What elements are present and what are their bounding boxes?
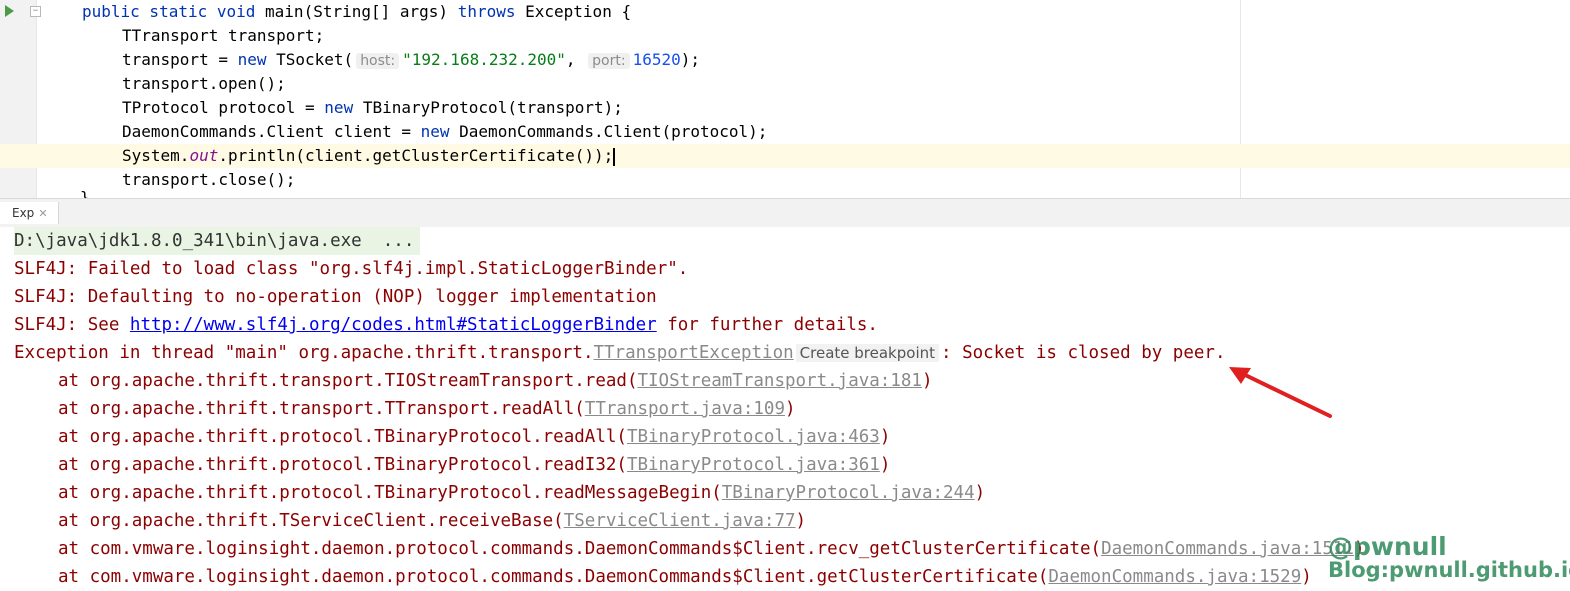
code-token: Exception { — [525, 2, 632, 21]
fold-icon[interactable]: − — [30, 6, 41, 17]
text-caret — [613, 147, 616, 166]
stack-frame-method: at org.apache.thrift.protocol.TBinaryPro… — [58, 455, 627, 475]
code-line-7-current[interactable]: System.out.println(client.getClusterCert… — [0, 144, 1570, 168]
code-line-8[interactable]: transport.close(); — [0, 168, 1570, 192]
code-editor[interactable]: public static void main(String[] args) t… — [0, 0, 1570, 198]
code-token: transport.open(); — [122, 74, 286, 93]
stack-frame-method: at com.vmware.loginsight.daemon.protocol… — [58, 567, 1049, 587]
stack-frame-end: ) — [974, 483, 986, 503]
console-command-line[interactable]: D:\java\jdk1.8.0_341\bin\java.exe ... — [14, 227, 421, 255]
source-link[interactable]: TIOStreamTransport.java:181 — [637, 371, 921, 391]
stack-frame-end: ) — [879, 455, 891, 475]
code-line-6[interactable]: DaemonCommands.Client client = new Daemo… — [0, 120, 1570, 144]
source-link[interactable]: TBinaryProtocol.java:463 — [627, 427, 880, 447]
run-tool-window-header: Exp ✕ — [0, 198, 1570, 228]
close-icon[interactable]: ✕ — [38, 207, 47, 220]
stack-frame-method: at com.vmware.loginsight.daemon.protocol… — [58, 539, 1102, 559]
source-link[interactable]: DaemonCommands.java:1529 — [1048, 567, 1301, 587]
code-token: new — [420, 122, 460, 141]
stack-frame-end: ) — [1301, 567, 1312, 587]
code-line-2[interactable]: TTransport transport; — [0, 24, 1570, 48]
code-token: "192.168.232.200" — [402, 50, 566, 69]
stack-frame-method: at org.apache.thrift.transport.TIOStream… — [58, 371, 638, 391]
run-icon[interactable] — [5, 5, 14, 17]
code-text: TTransport transport; — [122, 24, 324, 48]
stack-frame-end: ) — [879, 427, 891, 447]
console-line-exception: Exception in thread "main" org.apache.th… — [14, 339, 1226, 367]
code-token: TBinaryProtocol(transport); — [362, 98, 623, 117]
code-token: DaemonCommands.Client client = — [122, 122, 421, 141]
stack-frame-method: at org.apache.thrift.TServiceClient.rece… — [58, 511, 564, 531]
parameter-hint: host: — [356, 53, 400, 69]
code-text: transport = new TSocket(host: "192.168.23… — [122, 48, 700, 73]
stack-frame: at com.vmware.loginsight.daemon.protocol… — [58, 563, 1312, 591]
code-token: ); — [680, 50, 701, 69]
code-line-3[interactable]: transport = new TSocket(host: "192.168.23… — [0, 48, 1570, 72]
source-link[interactable]: TBinaryProtocol.java:244 — [722, 483, 975, 503]
source-link[interactable]: TServiceClient.java:77 — [564, 511, 796, 531]
source-link[interactable]: TBinaryProtocol.java:361 — [627, 455, 880, 475]
text: Exception in thread "main" org.apache.th… — [14, 343, 594, 363]
watermark-handle: @pwnull — [1328, 532, 1447, 561]
code-token: new — [237, 50, 277, 69]
code-token: main(String[] args) — [265, 2, 458, 21]
code-token: throws — [457, 2, 526, 21]
text: SLF4J: See — [14, 315, 130, 335]
stack-frame-end: ) — [795, 511, 807, 531]
text: for further details. — [656, 315, 878, 335]
stack-frame: at org.apache.thrift.protocol.TBinaryPro… — [58, 479, 985, 507]
stack-frame: at org.apache.thrift.transport.TTranspor… — [58, 395, 796, 423]
code-line-1[interactable]: public static void main(String[] args) t… — [0, 0, 1570, 24]
parameter-hint: port: — [588, 53, 630, 69]
code-token: .println(client.getClusterCertificate())… — [218, 146, 614, 165]
code-text: TProtocol protocol = new TBinaryProtocol… — [122, 96, 623, 120]
console-line-slf4j-1: SLF4J: Failed to load class "org.slf4j.i… — [14, 259, 689, 279]
stack-frame: at org.apache.thrift.protocol.TBinaryPro… — [58, 423, 890, 451]
stack-frame-method: at org.apache.thrift.protocol.TBinaryPro… — [58, 427, 627, 447]
exception-class-link[interactable]: TTransportException — [593, 343, 793, 363]
stack-frame-end: ) — [784, 399, 796, 419]
code-text: public static void main(String[] args) t… — [82, 0, 631, 24]
tab-label: Exp — [12, 206, 35, 220]
stack-frame: at org.apache.thrift.protocol.TBinaryPro… — [58, 451, 890, 479]
code-text: transport.open(); — [122, 72, 286, 96]
console-line-slf4j-2: SLF4J: Defaulting to no-operation (NOP) … — [14, 287, 657, 307]
stack-frame: at org.apache.thrift.TServiceClient.rece… — [58, 507, 806, 535]
code-token: DaemonCommands.Client(protocol); — [459, 122, 768, 141]
code-token: public static void — [82, 2, 266, 21]
code-text: transport.close(); — [122, 168, 295, 192]
slf4j-link[interactable]: http://www.slf4j.org/codes.html#StaticLo… — [130, 315, 657, 335]
code-token: transport = — [122, 50, 238, 69]
create-breakpoint-button[interactable]: Create breakpoint — [795, 344, 940, 362]
red-arrow-annotation — [1229, 367, 1332, 418]
stack-frame: at com.vmware.loginsight.daemon.protocol… — [58, 535, 1364, 563]
text: : Socket is closed by peer. — [941, 343, 1226, 363]
code-token: 16520 — [632, 50, 681, 69]
source-link[interactable]: DaemonCommands.java:1511 — [1101, 539, 1354, 559]
source-link[interactable]: TTransport.java:109 — [585, 399, 785, 419]
code-token: , — [565, 50, 586, 69]
stack-frame: at org.apache.thrift.transport.TIOStream… — [58, 367, 933, 395]
code-line-5[interactable]: TProtocol protocol = new TBinaryProtocol… — [0, 96, 1570, 120]
console-line-slf4j-3: SLF4J: See http://www.slf4j.org/codes.ht… — [14, 311, 878, 339]
code-token: transport.close(); — [122, 170, 296, 189]
stack-frame-method: at org.apache.thrift.transport.TTranspor… — [58, 399, 585, 419]
code-token: TProtocol protocol = — [122, 98, 325, 117]
watermark-blog: Blog:pwnull.github.io — [1328, 558, 1570, 582]
closing-brace: } — [80, 188, 90, 199]
stack-frame-method: at org.apache.thrift.protocol.TBinaryPro… — [58, 483, 722, 503]
code-text: DaemonCommands.Client client = new Daemo… — [122, 120, 767, 144]
code-token: TSocket( — [276, 50, 354, 69]
stack-frame-end: ) — [921, 371, 933, 391]
code-text: System.out.println(client.getClusterCert… — [122, 144, 616, 168]
code-token: TTransport transport; — [122, 26, 325, 45]
code-token: new — [324, 98, 363, 117]
code-token: System. — [122, 146, 190, 165]
tab-run-config[interactable]: Exp ✕ — [0, 202, 59, 224]
code-line-4[interactable]: transport.open(); — [0, 72, 1570, 96]
code-token: out — [189, 146, 219, 165]
